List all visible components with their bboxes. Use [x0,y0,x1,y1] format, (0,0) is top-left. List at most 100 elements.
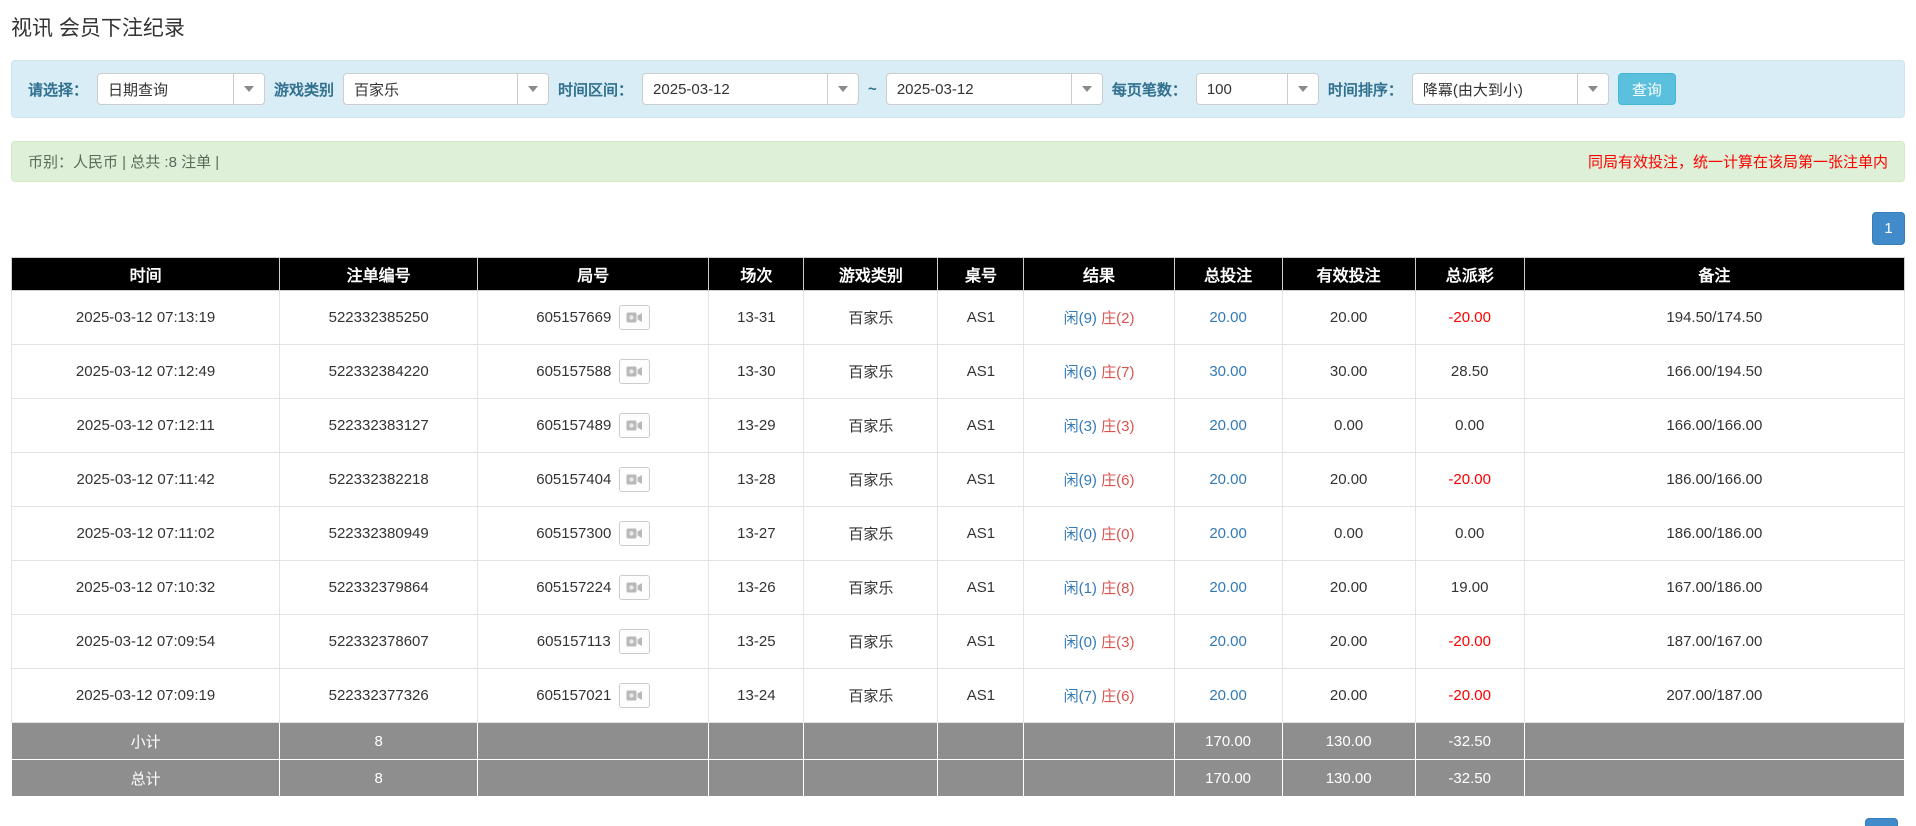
cell-payout: -20.00 [1414,668,1525,723]
table-footer: 小计 8 170.00 130.00 -32.50 总计 8 170.00 13… [10,722,1906,797]
table-row: 2025-03-12 07:09:19 522332377326 6051570… [10,668,1906,723]
date-to-dropdown-button[interactable] [1071,73,1103,105]
result-banker: 庄(3) [1101,418,1135,435]
video-replay-button[interactable] [619,683,651,708]
cell-game: 百家乐 [803,506,939,561]
chevron-down-icon [244,86,255,92]
round-number: 605157669 [536,309,612,326]
cell-result: 闲(0) 庄(3) [1023,614,1175,669]
game-category-select[interactable] [343,73,550,105]
result-banker: 庄(0) [1101,526,1135,543]
date-from-picker[interactable] [642,73,860,105]
cell-total-bet: 20.00 [1173,614,1283,669]
cell-remark: 194.50/174.50 [1523,290,1906,345]
page-title: 视讯 会员下注纪录 [11,17,185,40]
cell-time: 2025-03-12 07:11:02 [10,506,281,561]
sort-input[interactable] [1411,73,1578,105]
footer-total-bet: 170.00 [1173,722,1283,760]
total-bet-link[interactable]: 20.00 [1209,309,1247,326]
total-bet-link[interactable]: 20.00 [1209,687,1247,704]
footer-payout: -32.50 [1414,722,1525,760]
total-bet-link[interactable]: 20.00 [1209,417,1247,434]
cell-remark: 207.00/187.00 [1523,668,1906,723]
video-replay-button[interactable] [618,629,650,654]
date-from-input[interactable] [642,73,829,105]
video-replay-icon [626,636,642,647]
cell-total-bet: 20.00 [1173,290,1283,345]
round-number: 605157489 [536,417,612,434]
video-replay-button[interactable] [619,305,651,330]
cell-table-no: AS1 [937,668,1025,723]
cell-table-no: AS1 [937,452,1025,507]
footer-payout: -32.50 [1414,759,1525,797]
date-to-input[interactable] [885,73,1072,105]
cell-valid-bet: 30.00 [1281,344,1416,399]
cell-total-bet: 20.00 [1173,668,1283,723]
pagination-top: 1 [11,212,1905,245]
cell-total-bet: 30.00 [1173,344,1283,399]
video-replay-icon [626,312,643,323]
per-page-input[interactable] [1195,73,1288,105]
per-page-select[interactable] [1195,73,1319,105]
video-replay-icon [626,420,643,431]
video-replay-button[interactable] [619,521,651,546]
footer-count: 8 [279,759,479,797]
sort-select[interactable] [1411,73,1609,105]
result-player: 闲(0) [1063,526,1097,543]
query-button[interactable]: 查询 [1617,73,1676,105]
cell-valid-bet: 20.00 [1281,560,1416,615]
total-bet-link[interactable]: 20.00 [1209,471,1247,488]
game-category-dropdown-button[interactable] [518,73,550,105]
total-bet-link[interactable]: 30.00 [1209,363,1247,380]
cell-payout: 0.00 [1414,506,1525,561]
cell-session: 13-29 [708,398,805,453]
summary-bar: 币别：人民币 | 总共 :8 注单 | 同局有效投注，统一计算在该局第一张注单内 [11,141,1905,182]
sort-dropdown-button[interactable] [1577,73,1609,105]
result-player: 闲(9) [1063,310,1097,327]
footer-label: 总计 [10,759,281,797]
header-result: 结果 [1023,257,1175,291]
query-type-select[interactable] [97,73,266,105]
page-1-button[interactable]: 1 [1872,212,1905,245]
range-separator: ~ [868,80,877,98]
date-from-dropdown-button[interactable] [828,73,860,105]
cell-valid-bet: 20.00 [1281,290,1416,345]
header-valid-bet: 有效投注 [1281,257,1416,291]
per-page-label: 每页笔数： [1111,81,1187,99]
cell-total-bet: 20.00 [1173,398,1283,453]
cell-result: 闲(1) 庄(8) [1023,560,1175,615]
page-1-button-bottom[interactable]: 1 [1865,818,1898,826]
query-type-dropdown-button[interactable] [234,73,266,105]
chevron-down-icon [528,86,539,92]
header-time: 时间 [10,257,281,291]
cell-game: 百家乐 [803,344,939,399]
video-replay-button[interactable] [619,467,651,492]
per-page-dropdown-button[interactable] [1287,73,1319,105]
cell-remark: 186.00/166.00 [1523,452,1906,507]
total-bet-link[interactable]: 20.00 [1209,525,1247,542]
cell-table-no: AS1 [937,506,1025,561]
footer-valid-bet: 130.00 [1281,759,1416,797]
query-type-input[interactable] [97,73,235,105]
video-replay-button[interactable] [619,413,651,438]
video-replay-button[interactable] [619,575,651,600]
cell-valid-bet: 20.00 [1281,452,1416,507]
cell-time: 2025-03-12 07:10:32 [10,560,281,615]
total-bet-link[interactable]: 20.00 [1209,579,1247,596]
video-replay-button[interactable] [619,359,651,384]
cell-round: 605157669 [477,290,710,345]
summary-notice: 同局有效投注，统一计算在该局第一张注单内 [1587,154,1888,171]
result-player: 闲(1) [1063,580,1097,597]
total-bet-link[interactable]: 20.00 [1209,633,1247,650]
cell-payout: -20.00 [1414,452,1525,507]
table-row: 2025-03-12 07:13:19 522332385250 6051576… [10,290,1906,345]
date-to-picker[interactable] [885,73,1103,105]
chevron-down-icon [1587,86,1598,92]
table-row: 2025-03-12 07:12:49 522332384220 6051575… [10,344,1906,399]
cell-session: 13-30 [708,344,805,399]
cell-round: 605157224 [477,560,710,615]
game-category-input[interactable] [343,73,519,105]
cell-game: 百家乐 [803,290,939,345]
round-number: 605157113 [536,633,611,650]
cell-valid-bet: 20.00 [1281,614,1416,669]
